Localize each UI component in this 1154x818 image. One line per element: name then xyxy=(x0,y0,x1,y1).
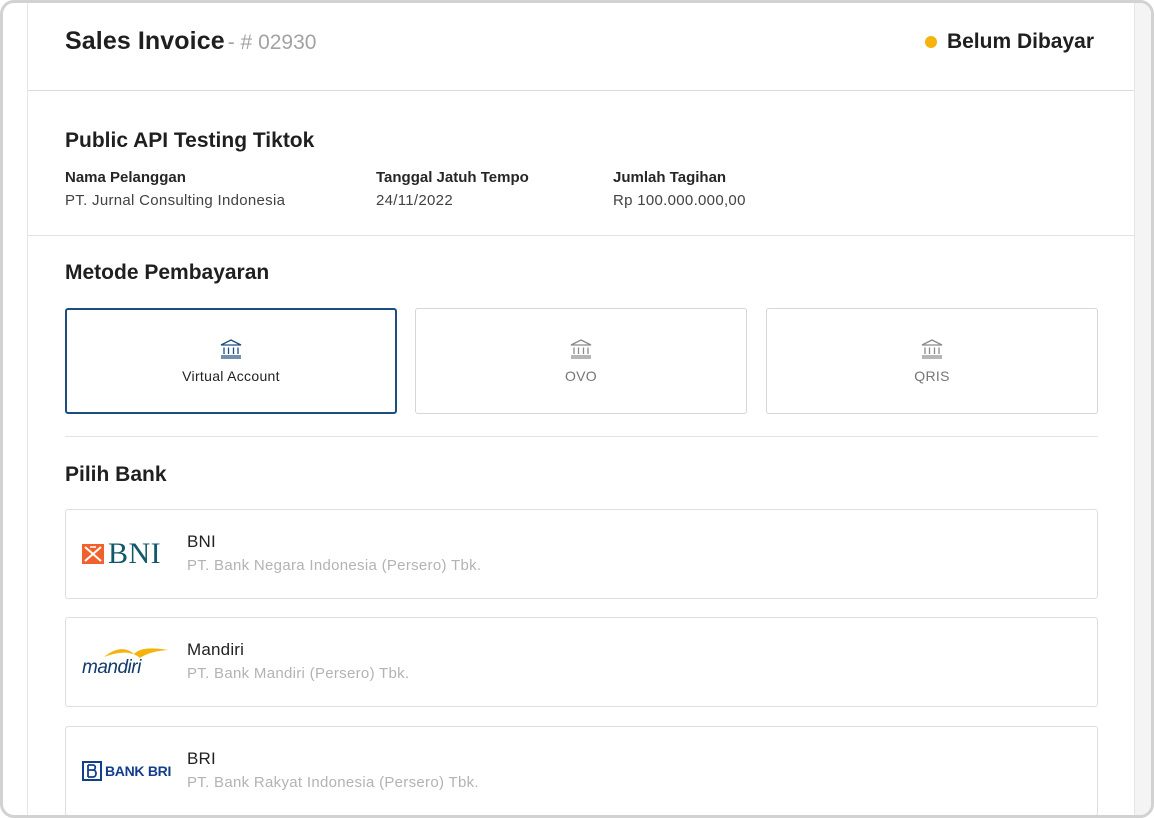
payment-method-title: Metode Pembayaran xyxy=(65,261,270,284)
field-label: Nama Pelanggan xyxy=(65,169,186,186)
method-qris[interactable]: QRIS xyxy=(766,308,1098,414)
method-virtual-account[interactable]: Virtual Account xyxy=(65,308,397,414)
mandiri-logo-text: mandiri xyxy=(82,656,141,678)
status-badge: Belum Dibayar xyxy=(924,30,1094,54)
bank-icon xyxy=(921,338,943,359)
bri-logo-text: BANK BRI xyxy=(105,763,172,779)
due-date-field: Tanggal Jatuh Tempo 24/11/2022 xyxy=(376,169,529,209)
bni-logo-text: BNI xyxy=(108,537,162,570)
bank-icon xyxy=(570,338,592,359)
bank-option-mandiri[interactable]: mandiri Mandiri PT. Bank Mandiri (Perser… xyxy=(65,617,1098,707)
field-value: Rp 100.000.000,00 xyxy=(613,192,746,209)
bank-name: Mandiri xyxy=(187,640,245,659)
bank-option-bri[interactable]: BANK BRI BRI PT. Bank Rakyat Indonesia (… xyxy=(65,726,1098,815)
field-value: 24/11/2022 xyxy=(376,192,453,209)
scroll-gutter xyxy=(1135,3,1151,815)
bank-description: PT. Bank Negara Indonesia (Persero) Tbk. xyxy=(187,557,482,574)
invoice-header: Sales Invoice - # 02930 Belum Dibayar xyxy=(28,3,1134,91)
bank-description: PT. Bank Rakyat Indonesia (Persero) Tbk. xyxy=(187,774,479,791)
bank-icon xyxy=(220,338,242,359)
method-label: Virtual Account xyxy=(182,367,280,384)
amount-field: Jumlah Tagihan Rp 100.000.000,00 xyxy=(613,169,746,209)
bank-section-title: Pilih Bank xyxy=(65,463,167,486)
window-frame: Sales Invoice - # 02930 Belum Dibayar Pu… xyxy=(0,0,1154,818)
method-ovo[interactable]: OVO xyxy=(415,308,747,414)
field-value: PT. Jurnal Consulting Indonesia xyxy=(65,192,286,209)
method-label: OVO xyxy=(564,367,598,384)
invoice-number: - # 02930 xyxy=(227,31,317,54)
customer-field: Nama Pelanggan PT. Jurnal Consulting Ind… xyxy=(65,169,285,209)
status-text: Belum Dibayar xyxy=(946,30,1094,53)
invoice-info: Public API Testing Tiktok Nama Pelanggan… xyxy=(28,91,1134,236)
bank-description: PT. Bank Mandiri (Persero) Tbk. xyxy=(187,665,410,682)
bank-name: BNI xyxy=(187,532,216,551)
method-label: QRIS xyxy=(914,367,950,384)
field-label: Jumlah Tagihan xyxy=(613,169,727,186)
invoice-title: Public API Testing Tiktok xyxy=(65,129,315,152)
bank-option-bni[interactable]: BNI BNI PT. Bank Negara Indonesia (Perse… xyxy=(65,509,1098,599)
bank-name: BRI xyxy=(187,749,216,768)
bni-mark-icon xyxy=(82,544,104,564)
field-label: Tanggal Jatuh Tempo xyxy=(376,169,529,186)
title-group: Sales Invoice - # 02930 xyxy=(65,27,316,56)
mandiri-logo: mandiri xyxy=(82,618,172,706)
bri-mark-icon xyxy=(82,761,102,781)
status-dot-icon xyxy=(924,36,937,48)
page-title: Sales Invoice xyxy=(65,27,225,55)
bni-logo: BNI xyxy=(82,510,172,598)
section-divider xyxy=(65,436,1098,437)
bri-logo: BANK BRI xyxy=(82,727,172,815)
